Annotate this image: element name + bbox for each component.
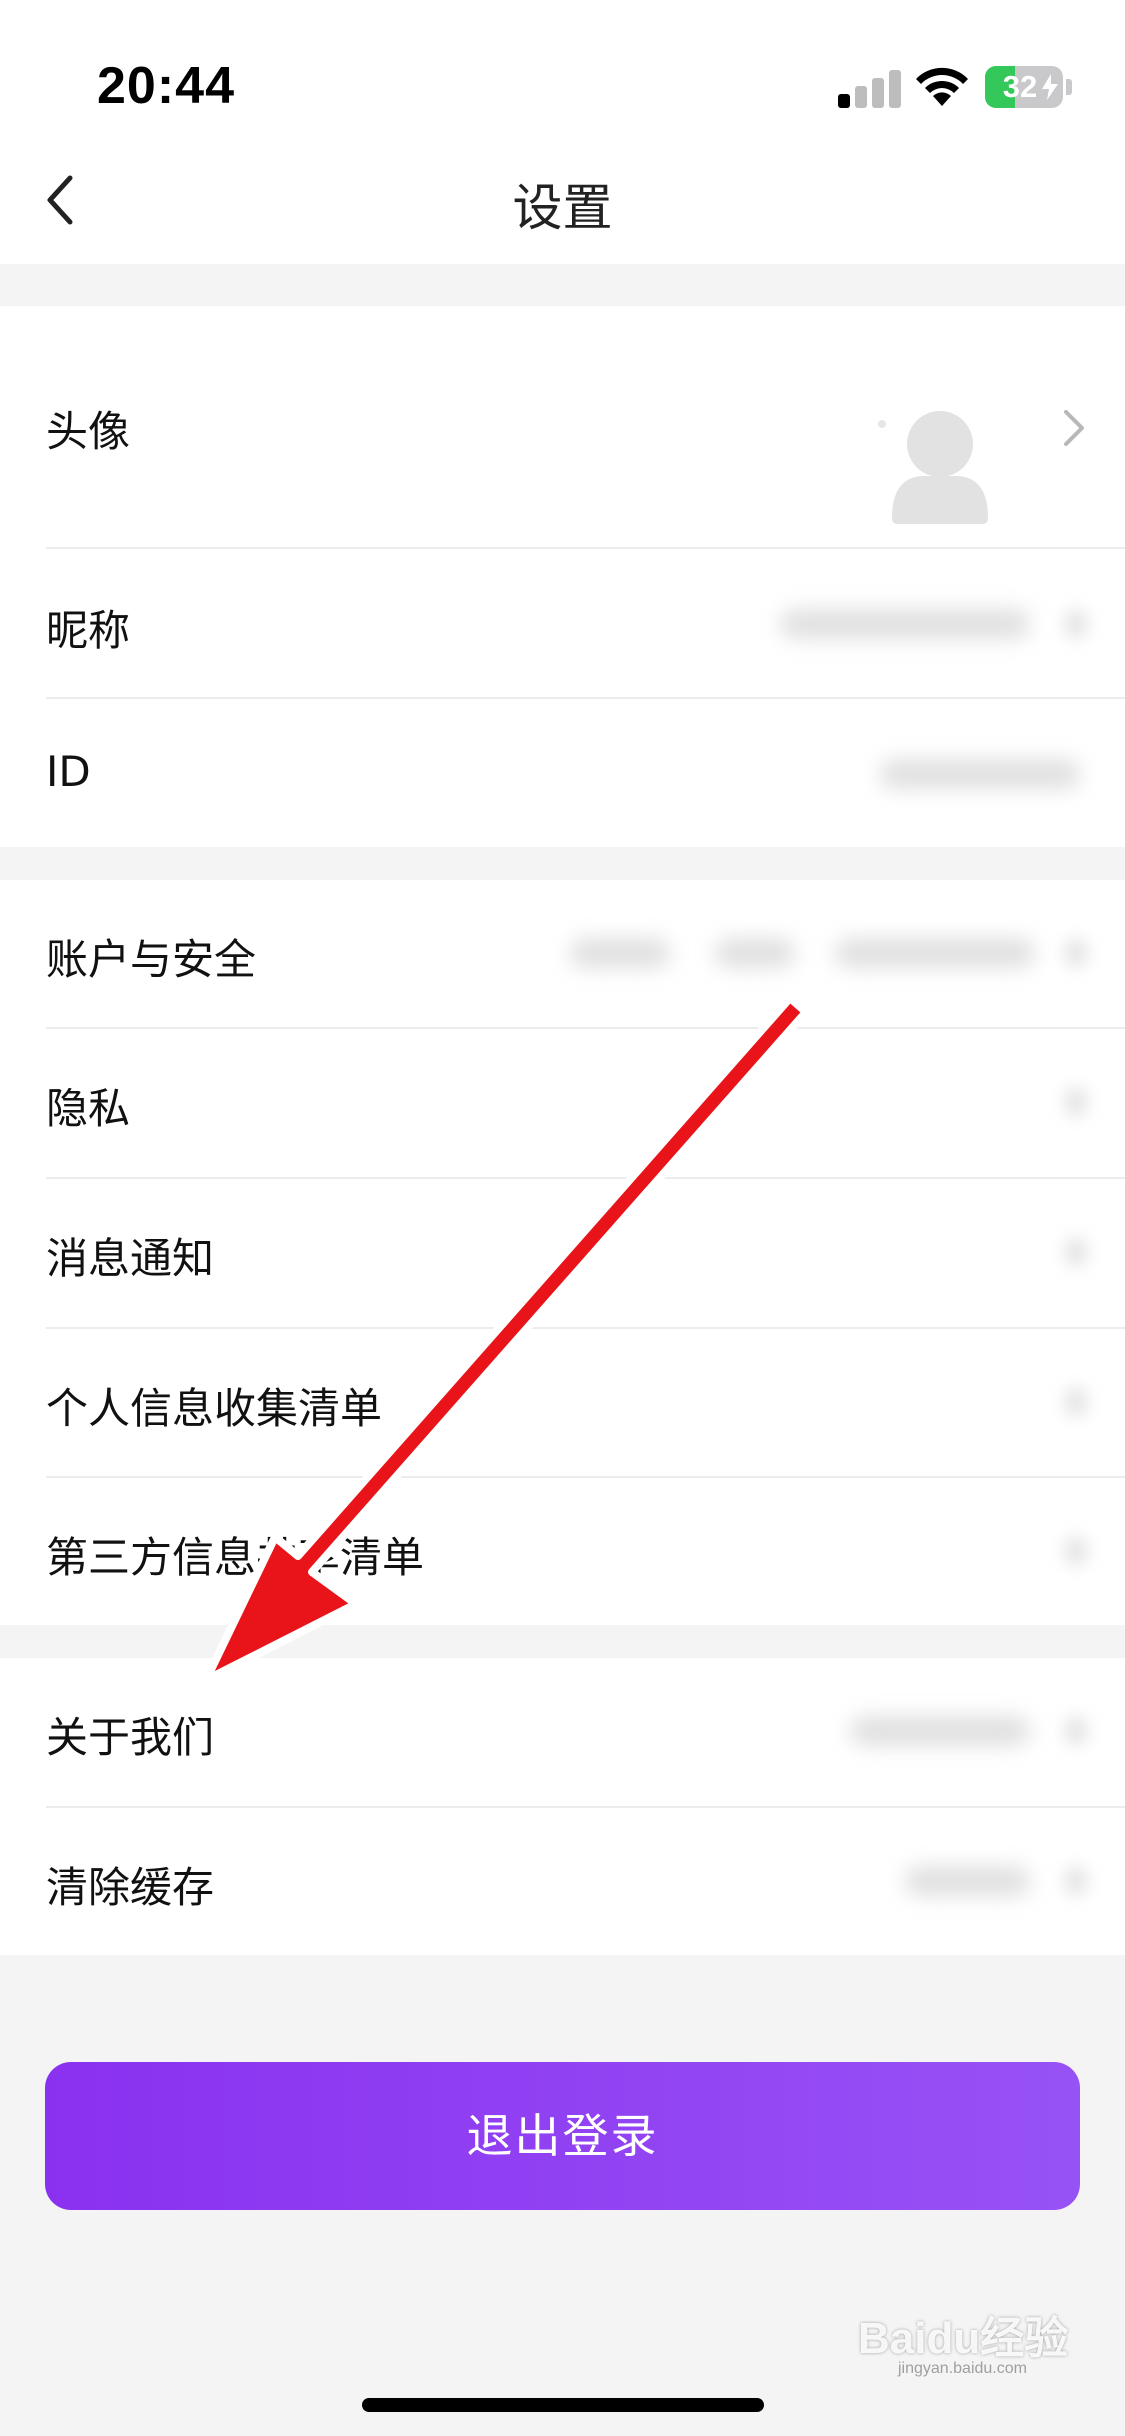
chevron-right-icon	[1065, 1087, 1087, 1117]
version-value-blurred	[850, 1716, 1030, 1746]
account-security-row[interactable]: 账户与安全	[0, 880, 1125, 1029]
privacy-label: 隐私	[46, 1084, 131, 1133]
signal-icon	[838, 70, 901, 108]
about-row[interactable]: 关于我们	[0, 1658, 1125, 1808]
battery-cap	[1066, 79, 1072, 95]
avatar-label: 头像	[46, 407, 131, 456]
account-value-blurred	[715, 938, 795, 968]
id-row[interactable]: ID	[0, 699, 1125, 847]
notifications-label: 消息通知	[46, 1234, 215, 1283]
status-bar: 20:44 32	[0, 0, 1125, 150]
chevron-right-icon	[1065, 1387, 1087, 1417]
status-time: 20:44	[97, 57, 235, 115]
chevron-right-icon	[1065, 609, 1087, 639]
charging-bolt-icon	[1042, 74, 1058, 100]
privacy-row[interactable]: 隐私	[0, 1029, 1125, 1179]
avatar[interactable]	[870, 384, 1020, 534]
chevron-right-icon	[1065, 1866, 1087, 1896]
notifications-row[interactable]: 消息通知	[0, 1179, 1125, 1329]
personal-info-row[interactable]: 个人信息收集清单	[0, 1329, 1125, 1478]
chevron-right-icon	[1065, 1237, 1087, 1267]
cache-size-blurred	[905, 1866, 1030, 1896]
third-party-row[interactable]: 第三方信息共享清单	[0, 1478, 1125, 1625]
avatar-row[interactable]: 头像	[0, 306, 1125, 549]
logout-button[interactable]: 退出登录	[45, 2062, 1080, 2210]
profile-section: 头像 昵称 ID	[0, 306, 1125, 847]
id-label: ID	[46, 747, 91, 796]
about-label: 关于我们	[46, 1713, 215, 1762]
account-security-label: 账户与安全	[46, 935, 257, 984]
account-value-blurred	[570, 938, 670, 968]
watermark-url: jingyan.baidu.com	[898, 2360, 1027, 2377]
clear-cache-label: 清除缓存	[46, 1863, 215, 1912]
nickname-label: 昵称	[46, 606, 131, 655]
id-value-blurred	[880, 759, 1080, 789]
chevron-right-icon	[1065, 938, 1087, 968]
baidu-watermark: Baidu经验 jingyan.baidu.com	[858, 2302, 1118, 2392]
watermark-brand: Baidu经验	[858, 2314, 1069, 2363]
misc-section: 关于我们 清除缓存	[0, 1658, 1125, 1955]
third-party-label: 第三方信息共享清单	[46, 1533, 425, 1582]
nickname-row[interactable]: 昵称	[0, 549, 1125, 699]
page-title: 设置	[512, 179, 613, 237]
chevron-right-icon	[1065, 1536, 1087, 1566]
chevron-right-icon	[1065, 1716, 1087, 1746]
nav-bar: 设置	[0, 150, 1125, 264]
battery-icon: 32	[985, 66, 1063, 108]
nickname-value-blurred	[780, 609, 1030, 639]
personal-info-label: 个人信息收集清单	[46, 1384, 383, 1433]
settings-section: 账户与安全 隐私 消息通知 个人信息收集清单 第三方信息共享清单	[0, 880, 1125, 1625]
clear-cache-row[interactable]: 清除缓存	[0, 1808, 1125, 1955]
home-indicator[interactable]	[362, 2398, 764, 2412]
chevron-right-icon	[1064, 410, 1084, 446]
account-value-blurred	[835, 938, 1035, 968]
wifi-icon	[916, 67, 968, 106]
